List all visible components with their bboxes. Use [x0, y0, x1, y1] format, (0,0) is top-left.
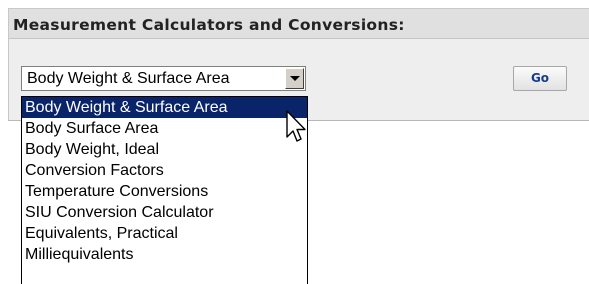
dropdown-option[interactable]: Temperature Conversions [22, 181, 307, 202]
calculator-dropdown-list[interactable]: Body Weight & Surface Area Body Surface … [21, 96, 308, 284]
calculator-select[interactable]: Body Weight & Surface Area [21, 66, 306, 91]
go-button[interactable]: Go [513, 66, 567, 91]
calculator-select-value: Body Weight & Surface Area [27, 70, 230, 87]
mouse-pointer-icon [286, 110, 306, 142]
page: Measurement Calculators and Conversions:… [0, 0, 589, 284]
dropdown-option[interactable]: SIU Conversion Calculator [22, 202, 307, 223]
dropdown-option[interactable]: Body Weight, Ideal [22, 139, 307, 160]
dropdown-option[interactable]: Equivalents, Practical [22, 223, 307, 244]
dropdown-option[interactable]: Milliequivalents [22, 244, 307, 265]
dropdown-option[interactable]: Body Weight & Surface Area [22, 97, 307, 118]
dropdown-option[interactable]: Conversion Factors [22, 160, 307, 181]
panel-header: Measurement Calculators and Conversions: [9, 9, 589, 39]
dropdown-option[interactable]: Body Surface Area [22, 118, 307, 139]
chevron-down-icon[interactable] [285, 68, 304, 89]
panel-title: Measurement Calculators and Conversions: [13, 16, 405, 34]
